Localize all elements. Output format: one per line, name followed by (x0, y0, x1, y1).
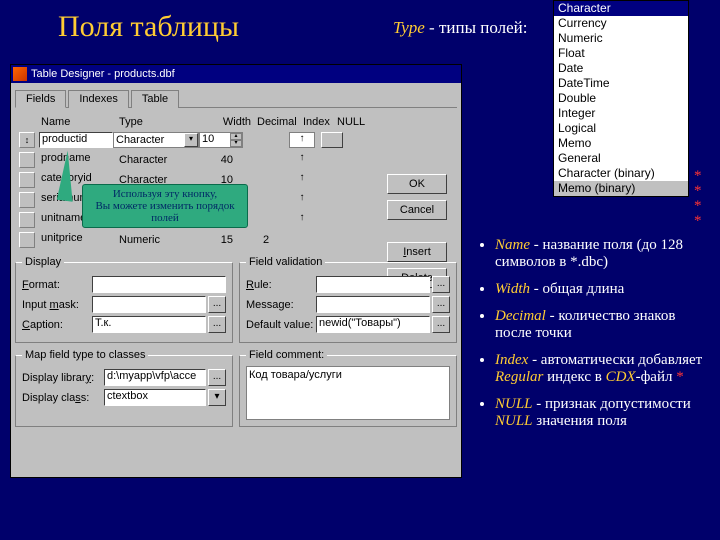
tabstrip: Fields Indexes Table (15, 89, 457, 108)
comment-group: Код товара/услуги (239, 355, 457, 427)
inputmask-label: Input mask: (22, 299, 92, 311)
field-index: ↑ (289, 152, 315, 168)
field-null-toggle[interactable] (321, 132, 343, 148)
type-option[interactable]: Logical (554, 121, 688, 136)
row-move-handle[interactable] (19, 172, 35, 188)
field-width: 40 (199, 154, 243, 166)
ellipsis-button[interactable]: ... (208, 296, 226, 313)
type-option[interactable]: General (554, 151, 688, 166)
field-comment-textarea[interactable]: Код товара/услуги (246, 366, 450, 420)
field-type: Numeric (113, 234, 199, 246)
type-option[interactable]: Memo (binary) (554, 181, 688, 196)
ellipsis-button[interactable]: ... (208, 369, 226, 386)
ellipsis-button[interactable]: ... (432, 316, 450, 333)
ellipsis-button[interactable]: ... (432, 276, 450, 293)
type-option[interactable]: Float (554, 46, 688, 61)
displayclass-label: Display class: (22, 392, 104, 404)
field-row[interactable]: prodname Character 40 ↑ (19, 150, 453, 170)
field-width-spinner[interactable]: 10 ▴▾ (199, 132, 243, 148)
field-index: ↑ (289, 172, 315, 188)
type-option[interactable]: Date (554, 61, 688, 76)
inputmask-input[interactable] (92, 296, 206, 313)
field-row[interactable]: ↕ productid Character▾ 10 ▴▾ ↑ (19, 130, 453, 150)
row-move-handle[interactable] (19, 212, 35, 228)
type-term: Type (393, 18, 425, 37)
type-option[interactable]: Integer (554, 106, 688, 121)
hint-callout: Используя эту кнопку, Вы можете изменить… (82, 184, 248, 228)
type-option[interactable]: Double (554, 91, 688, 106)
map-group: Display library:d:\myapp\vfp\acce... Dis… (15, 355, 233, 427)
ellipsis-button[interactable]: ... (208, 316, 226, 333)
insert-rest: nsert (406, 246, 430, 258)
type-option[interactable]: Character (554, 1, 688, 16)
type-option[interactable]: Memo (554, 136, 688, 151)
ok-button[interactable]: OK (387, 174, 447, 194)
row-move-handle[interactable] (19, 232, 35, 248)
field-name[interactable]: unitprice (39, 232, 113, 248)
chevron-down-icon[interactable]: ▾ (208, 389, 226, 406)
type-ru: типы полей: (439, 18, 528, 37)
default-label: Default value: (246, 319, 316, 331)
default-input[interactable]: newid("Товары") (316, 316, 430, 333)
rule-label: Rule: (246, 279, 316, 291)
rule-input[interactable] (316, 276, 430, 293)
caption-input[interactable]: Т.к. (92, 316, 206, 333)
displaylib-label: Display library: (22, 372, 104, 384)
window-title: Table Designer - products.dbf (31, 68, 175, 80)
caption-label: Caption: (22, 319, 92, 331)
display-group: Format: Input mask:... Caption:Т.к.... (15, 262, 233, 343)
field-width: 15 (199, 234, 243, 246)
row-move-handle[interactable]: ↕ (19, 132, 35, 148)
field-index: ↑ (289, 212, 315, 228)
format-label: Format: (22, 279, 92, 291)
field-type-combo[interactable]: Character▾ (113, 132, 199, 148)
cancel-button[interactable]: Cancel (387, 200, 447, 220)
type-header: Type - типы полей: (393, 18, 528, 38)
field-index: ↑ (289, 192, 315, 208)
type-option[interactable]: Numeric (554, 31, 688, 46)
chevron-down-icon[interactable]: ▾ (184, 133, 198, 147)
table-designer-window: Table Designer - products.dbf Fields Ind… (10, 64, 462, 478)
titlebar[interactable]: Table Designer - products.dbf (11, 65, 461, 83)
red-markers: * * * * (694, 169, 702, 229)
type-option[interactable]: Character (binary) (554, 166, 688, 181)
ellipsis-button[interactable]: ... (432, 296, 450, 313)
displaylib-input[interactable]: d:\myapp\vfp\acce (104, 369, 206, 386)
field-decimal: 2 (243, 234, 289, 246)
field-index (289, 232, 315, 248)
type-option[interactable]: DateTime (554, 76, 688, 91)
displayclass-combo[interactable]: ctextbox (104, 389, 206, 406)
type-option[interactable]: Currency (554, 16, 688, 31)
field-type: Character (113, 154, 199, 166)
message-input[interactable] (316, 296, 430, 313)
type-sep: - (425, 18, 439, 37)
foxpro-icon (13, 67, 27, 81)
explanation-bullets: Name - название поля (до 128 символов в … (477, 237, 707, 440)
tab-indexes[interactable]: Indexes (68, 90, 129, 108)
type-dropdown-list[interactable]: Character Currency Numeric Float Date Da… (553, 0, 689, 197)
grid-header: Name Type Width Decimal Index NULL (19, 116, 453, 128)
tab-table[interactable]: Table (131, 90, 179, 108)
field-index-combo[interactable]: ↑ (289, 132, 315, 148)
message-label: Message: (246, 299, 316, 311)
format-input[interactable] (92, 276, 226, 293)
validation-group: Rule:... Message:... Default value:newid… (239, 262, 457, 343)
row-move-handle[interactable] (19, 152, 35, 168)
tab-fields[interactable]: Fields (15, 90, 66, 108)
insert-button[interactable]: Insert (387, 242, 447, 262)
row-move-handle[interactable] (19, 192, 35, 208)
slide-title: Поля таблицы (58, 10, 239, 44)
